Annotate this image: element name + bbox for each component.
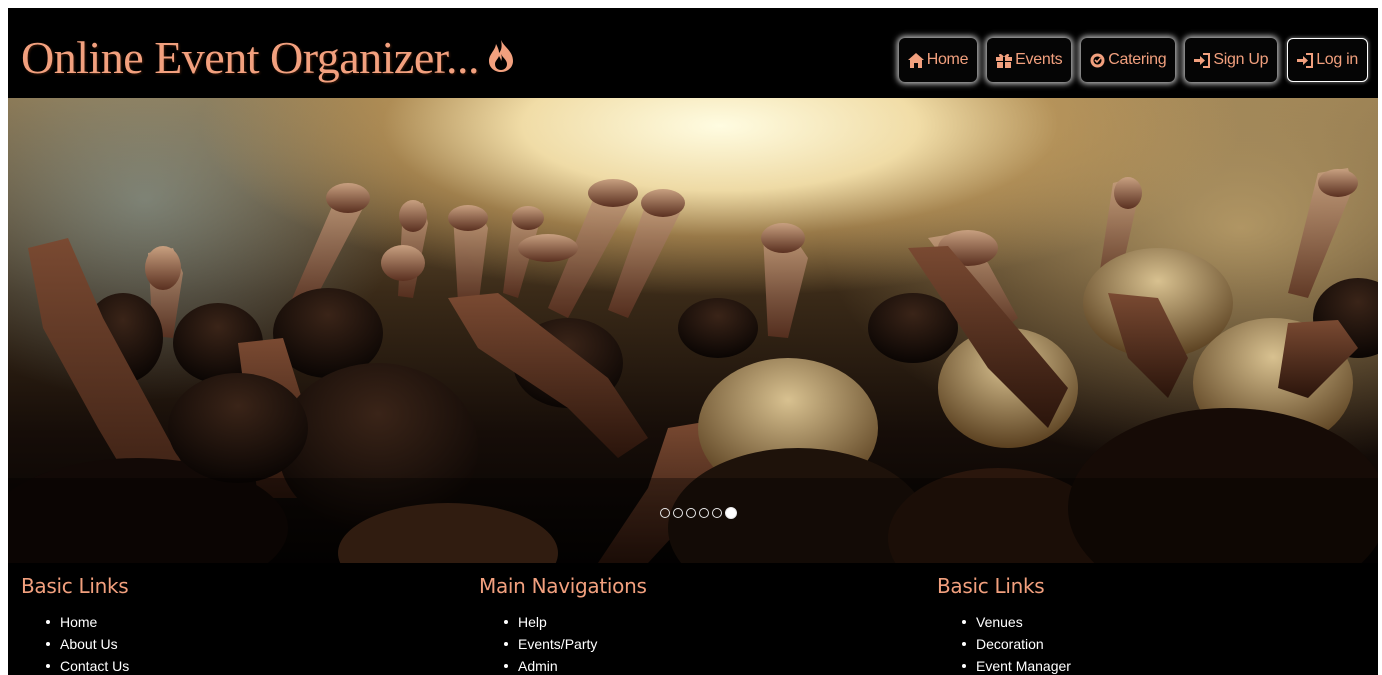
footer-link-venues[interactable]: Venues [962,611,1377,633]
nav-events-button[interactable]: Events [987,38,1072,82]
footer-link-about-us[interactable]: About Us [46,633,461,655]
nav-catering-button[interactable]: Catering [1081,38,1176,82]
nav-login-label: Log in [1316,51,1358,68]
footer-link-events-party[interactable]: Events/Party [504,633,919,655]
footer-link-home[interactable]: Home [46,611,461,633]
login-icon [1194,52,1211,68]
nav-login-button[interactable]: Log in [1287,38,1368,82]
footer-column-basic-links-2: Basic Links Venues Decoration Event Mana… [937,573,1377,675]
carousel-dot-4[interactable] [698,508,709,518]
footer-link-list: Venues Decoration Event Manager [937,611,1377,675]
footer-column-title: Main Navigations [479,574,647,598]
carousel-dot-6[interactable] [724,507,737,519]
page-frame: Online Event Organizer... Home Events Ca… [8,8,1378,675]
footer-link-list: Help Events/Party Admin [479,611,919,675]
nav-home-button[interactable]: Home [898,38,978,82]
site-title-text: Online Event Organizer... [21,32,480,83]
catering-icon [1090,53,1105,68]
nav-home-label: Home [926,51,969,68]
carousel-dot-5[interactable] [711,508,722,518]
login-icon [1297,52,1314,68]
nav-signup-label: Sign Up [1213,51,1269,68]
footer-link-list: Home About Us Contact Us [21,611,461,675]
site-footer: Basic Links Home About Us Contact Us Mai… [8,563,1378,675]
footer-column-main-navigations: Main Navigations Help Events/Party Admin [479,573,919,675]
gift-icon [996,53,1013,68]
footer-link-admin[interactable]: Admin [504,655,919,675]
footer-link-event-manager[interactable]: Event Manager [962,655,1377,675]
hero-carousel[interactable] [8,98,1378,563]
fire-icon [487,30,515,86]
footer-link-decoration[interactable]: Decoration [962,633,1377,655]
carousel-indicators [8,507,1378,519]
home-icon [907,52,924,68]
nav-signup-button[interactable]: Sign Up [1185,38,1278,82]
carousel-dot-3[interactable] [685,508,696,518]
crowd-image [8,168,1378,563]
site-title[interactable]: Online Event Organizer... [21,30,515,90]
footer-column-basic-links: Basic Links Home About Us Contact Us [21,573,461,675]
footer-column-title: Basic Links [937,574,1045,598]
nav-events-label: Events [1015,51,1063,68]
footer-column-title: Basic Links [21,574,129,598]
footer-link-contact-us[interactable]: Contact Us [46,655,461,675]
nav-catering-label: Catering [1108,51,1167,68]
carousel-dot-2[interactable] [672,508,683,518]
main-nav: Home Events Catering Sign Up Log in [898,38,1368,82]
site-header: Online Event Organizer... Home Events Ca… [8,8,1378,98]
footer-link-help[interactable]: Help [504,611,919,633]
carousel-dot-1[interactable] [659,508,670,518]
